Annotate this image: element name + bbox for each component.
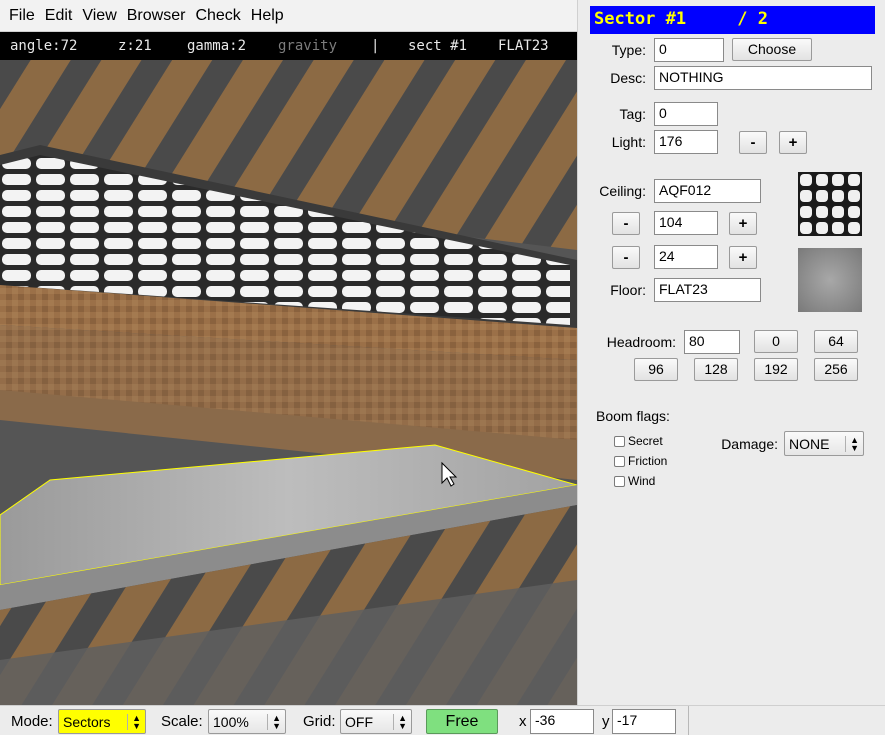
y-coordinate-field[interactable]: -17 xyxy=(612,709,676,734)
friction-checkbox[interactable]: Friction xyxy=(614,454,667,468)
tag-label: Tag: xyxy=(619,106,646,122)
headroom-preset-0[interactable]: 0 xyxy=(754,330,798,353)
menu-file[interactable]: File xyxy=(4,7,40,25)
type-field[interactable]: 0 xyxy=(654,38,724,62)
headroom-field[interactable]: 80 xyxy=(684,330,740,354)
secret-checkbox-box[interactable] xyxy=(614,435,625,447)
gamma-readout: gamma:2 xyxy=(187,38,247,54)
secret-checkbox-label: Secret xyxy=(628,434,663,448)
ceiling-texture-field[interactable]: AQF012 xyxy=(654,179,761,203)
updown-arrows-icon: ▲ ▼ xyxy=(127,713,141,730)
info-separator: | xyxy=(371,38,380,54)
damage-select-value: NONE xyxy=(789,435,830,452)
friction-checkbox-box[interactable] xyxy=(614,455,625,467)
mode-select[interactable]: Sectors ▲ ▼ xyxy=(58,709,146,734)
floor-texture-preview[interactable] xyxy=(798,248,862,312)
secret-checkbox[interactable]: Secret xyxy=(614,434,663,448)
x-coordinate-field[interactable]: -36 xyxy=(530,709,594,734)
3d-viewport[interactable] xyxy=(0,60,577,705)
damage-select[interactable]: NONE ▲ ▼ xyxy=(784,431,864,456)
friction-checkbox-label: Friction xyxy=(628,454,668,468)
floor-decrease-button[interactable]: - xyxy=(612,246,640,269)
light-label: Light: xyxy=(611,134,646,150)
y-label: y xyxy=(602,713,610,730)
floor-increase-button[interactable]: + xyxy=(729,246,757,269)
desc-label: Desc: xyxy=(610,70,646,86)
menu-help[interactable]: Help xyxy=(246,7,289,25)
wind-checkbox-box[interactable] xyxy=(614,475,625,487)
light-field[interactable]: 176 xyxy=(654,130,718,154)
scale-select[interactable]: 100% ▲ ▼ xyxy=(208,709,286,734)
light-decrease-button[interactable]: - xyxy=(739,131,767,154)
headroom-preset-96[interactable]: 96 xyxy=(634,358,678,381)
ceiling-height-field[interactable]: 104 xyxy=(654,211,718,235)
floor-label: Floor: xyxy=(610,282,646,298)
choose-button[interactable]: Choose xyxy=(732,38,812,61)
grid-select-value: OFF xyxy=(345,713,373,730)
menu-check[interactable]: Check xyxy=(190,7,245,25)
ceiling-increase-button[interactable]: + xyxy=(729,212,757,235)
sector-properties-panel: Sector #1 / 2 Type: 0 Choose Desc: NOTHI… xyxy=(577,0,885,705)
updown-arrows-icon: ▲ ▼ xyxy=(267,713,281,730)
ceiling-label: Ceiling: xyxy=(599,183,646,199)
type-label: Type: xyxy=(611,42,646,58)
updown-arrows-icon: ▲ ▼ xyxy=(393,713,407,730)
ceiling-texture-preview[interactable] xyxy=(798,172,862,236)
mode-label: Mode: xyxy=(11,713,53,730)
desc-field[interactable]: NOTHING xyxy=(654,66,872,90)
ceiling-decrease-button[interactable]: - xyxy=(612,212,640,235)
floor-height-field[interactable]: 24 xyxy=(654,245,718,269)
wind-checkbox-label: Wind xyxy=(628,474,656,488)
editor-window: File Edit View Browser Check Help angle:… xyxy=(0,0,885,735)
status-bar: Mode: Sectors ▲ ▼ Scale: 100% ▲ ▼ Grid: OF… xyxy=(0,705,885,735)
wind-checkbox[interactable]: Wind xyxy=(614,474,655,488)
status-divider xyxy=(688,706,689,735)
grid-select[interactable]: OFF ▲ ▼ xyxy=(340,709,412,734)
flat-readout: FLAT23 xyxy=(498,38,549,54)
z-readout: z:21 xyxy=(118,38,152,54)
sector-readout: sect #1 xyxy=(408,38,468,54)
scale-label: Scale: xyxy=(161,713,203,730)
menu-edit[interactable]: Edit xyxy=(40,7,78,25)
mode-select-value: Sectors xyxy=(63,713,111,730)
damage-label: Damage: xyxy=(721,436,778,452)
floor-texture-field[interactable]: FLAT23 xyxy=(654,278,761,302)
headroom-preset-128[interactable]: 128 xyxy=(694,358,738,381)
x-label: x xyxy=(519,713,527,730)
menu-view[interactable]: View xyxy=(77,7,121,25)
headroom-preset-256[interactable]: 256 xyxy=(814,358,858,381)
boom-flags-label: Boom flags: xyxy=(596,408,670,424)
menu-bar: File Edit View Browser Check Help xyxy=(0,0,577,32)
scale-select-value: 100% xyxy=(213,713,249,730)
info-bar: angle:72 z:21 gamma:2 gravity | sect #1 … xyxy=(0,32,577,60)
headroom-preset-64[interactable]: 64 xyxy=(814,330,858,353)
3d-view-render xyxy=(0,60,577,705)
updown-arrows-icon: ▲ ▼ xyxy=(845,435,859,452)
headroom-preset-192[interactable]: 192 xyxy=(754,358,798,381)
menu-browser[interactable]: Browser xyxy=(122,7,191,25)
sector-header: Sector #1 / 2 xyxy=(590,6,875,34)
grid-label: Grid: xyxy=(303,713,336,730)
headroom-label: Headroom: xyxy=(606,334,676,350)
light-increase-button[interactable]: + xyxy=(779,131,807,154)
gravity-indicator: gravity xyxy=(278,38,338,54)
tag-field[interactable]: 0 xyxy=(654,102,718,126)
angle-readout: angle:72 xyxy=(10,38,78,54)
free-mode-button[interactable]: Free xyxy=(426,709,498,734)
